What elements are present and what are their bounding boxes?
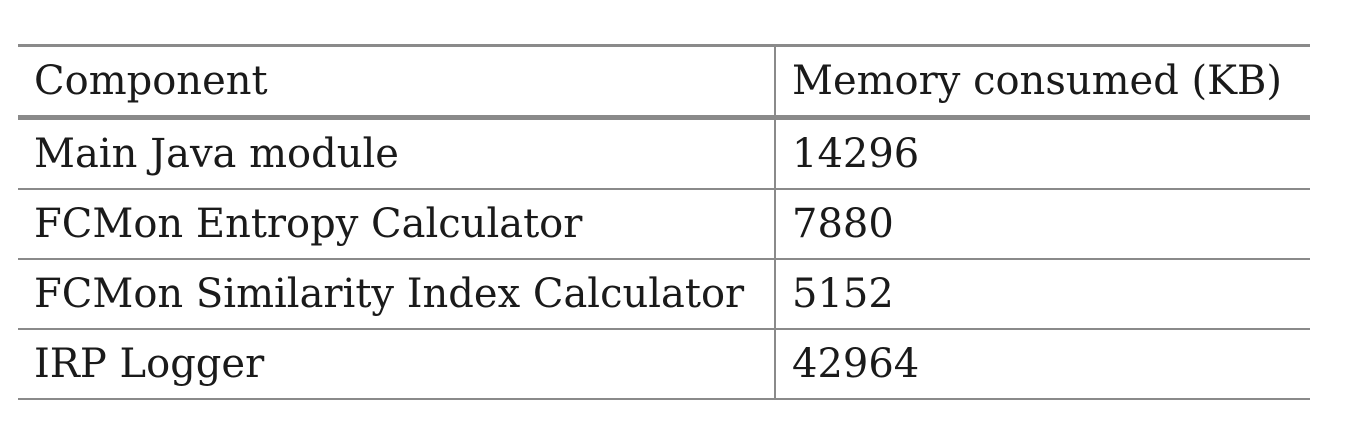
cell-component: IRP Logger — [18, 329, 776, 399]
memory-consumption-table: Component Memory consumed (KB) Main Java… — [18, 44, 1310, 400]
table-header: Component Memory consumed (KB) — [18, 45, 1310, 118]
table-body: Main Java module 14296 FCMon Entropy Cal… — [18, 117, 1310, 399]
header-memory-consumed: Memory consumed (KB) — [792, 58, 1283, 104]
table-row: FCMon Similarity Index Calculator 5152 — [18, 259, 1310, 329]
cell-memory: 7880 — [792, 201, 894, 247]
header-component: Component — [18, 45, 776, 118]
cell-memory: 5152 — [792, 271, 894, 317]
cell-memory: 42964 — [792, 341, 920, 387]
cell-component: FCMon Similarity Index Calculator — [18, 259, 776, 329]
table-row: Main Java module 14296 — [18, 117, 1310, 189]
table-row: IRP Logger 42964 — [18, 329, 1310, 399]
table-header-row: Component Memory consumed (KB) — [18, 45, 1310, 118]
memory-table-container: Component Memory consumed (KB) Main Java… — [18, 44, 1310, 400]
cell-component: FCMon Entropy Calculator — [18, 189, 776, 259]
cell-component: Main Java module — [18, 117, 776, 189]
table-row: FCMon Entropy Calculator 7880 — [18, 189, 1310, 259]
cell-memory: 14296 — [792, 131, 920, 177]
